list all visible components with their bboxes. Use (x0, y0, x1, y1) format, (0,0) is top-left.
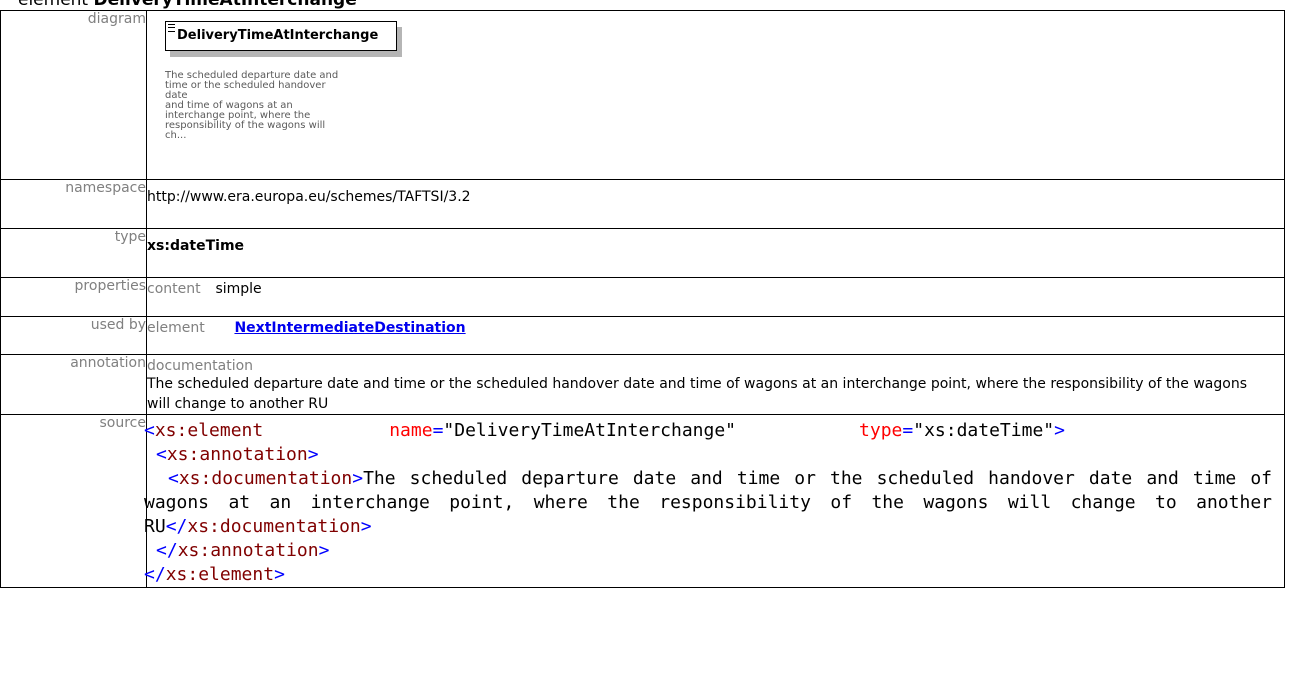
source-row: source <xs:element name="DeliveryTimeAtIn… (0, 414, 1285, 588)
used-by-link[interactable]: NextIntermediateDestination (234, 320, 465, 336)
property-value: simple (215, 281, 262, 297)
source-line-documentation: <xs:documentation>The scheduled departur… (144, 468, 1272, 537)
type-value: xs:dateTime (146, 228, 1285, 278)
annotation-label: annotation (0, 354, 147, 415)
type-label: type (0, 228, 147, 278)
source-line-element-open: <xs:element name="DeliveryTimeAtInterchan… (144, 420, 1065, 441)
heading-kind: element (18, 0, 89, 10)
diagram-element-box[interactable]: DeliveryTimeAtInterchange (165, 21, 397, 51)
annotation-key: documentation (147, 358, 254, 374)
diagram-box-title: DeliveryTimeAtInterchange (177, 28, 379, 43)
type-row: type xs:dateTime (0, 228, 1285, 278)
source-line-annotation-open: <xs:annotation> (156, 444, 319, 465)
used-by-entry: element NextIntermediateDestination (147, 317, 1284, 336)
used-by-label: used by (0, 316, 147, 355)
source-line-element-close: </xs:element> (144, 564, 285, 585)
annotation-row: annotation documentation The scheduled d… (0, 354, 1285, 415)
namespace-value: http://www.era.europa.eu/schemes/TAFTSI/… (146, 179, 1285, 229)
namespace-label: namespace (0, 179, 147, 229)
properties-row: properties content simple (0, 277, 1285, 317)
used-by-row: used by element NextIntermediateDestinat… (0, 316, 1285, 355)
property-content: content simple (147, 278, 1284, 297)
diagram-note: The scheduled departure date and time or… (165, 71, 340, 141)
used-by-kind: element (147, 320, 205, 336)
namespace-row: namespace http://www.era.europa.eu/schem… (0, 179, 1285, 229)
property-key: content (147, 281, 201, 297)
source-code: <xs:element name="DeliveryTimeAtInterchan… (144, 415, 1284, 587)
annotation-text: The scheduled departure date and time or… (147, 376, 1247, 412)
schema-diagram: DeliveryTimeAtInterchange The scheduled … (147, 11, 1284, 179)
diagram-label: diagram (0, 10, 147, 180)
element-doc-table: diagram DeliveryTimeAtInterchange The sc… (0, 10, 1285, 588)
element-lines-icon (168, 24, 175, 32)
diagram-row: diagram DeliveryTimeAtInterchange The sc… (0, 10, 1285, 180)
diagram-note-line: time or the scheduled handover date (165, 80, 326, 101)
properties-label: properties (0, 277, 147, 317)
element-heading: element DeliveryTimeAtInterchange (18, 0, 357, 9)
heading-element-name: DeliveryTimeAtInterchange (93, 0, 357, 10)
diagram-note-line: responsibility of the wagons will ch... (165, 120, 326, 141)
source-label: source (0, 414, 147, 588)
source-line-annotation-close: </xs:annotation> (156, 540, 330, 561)
